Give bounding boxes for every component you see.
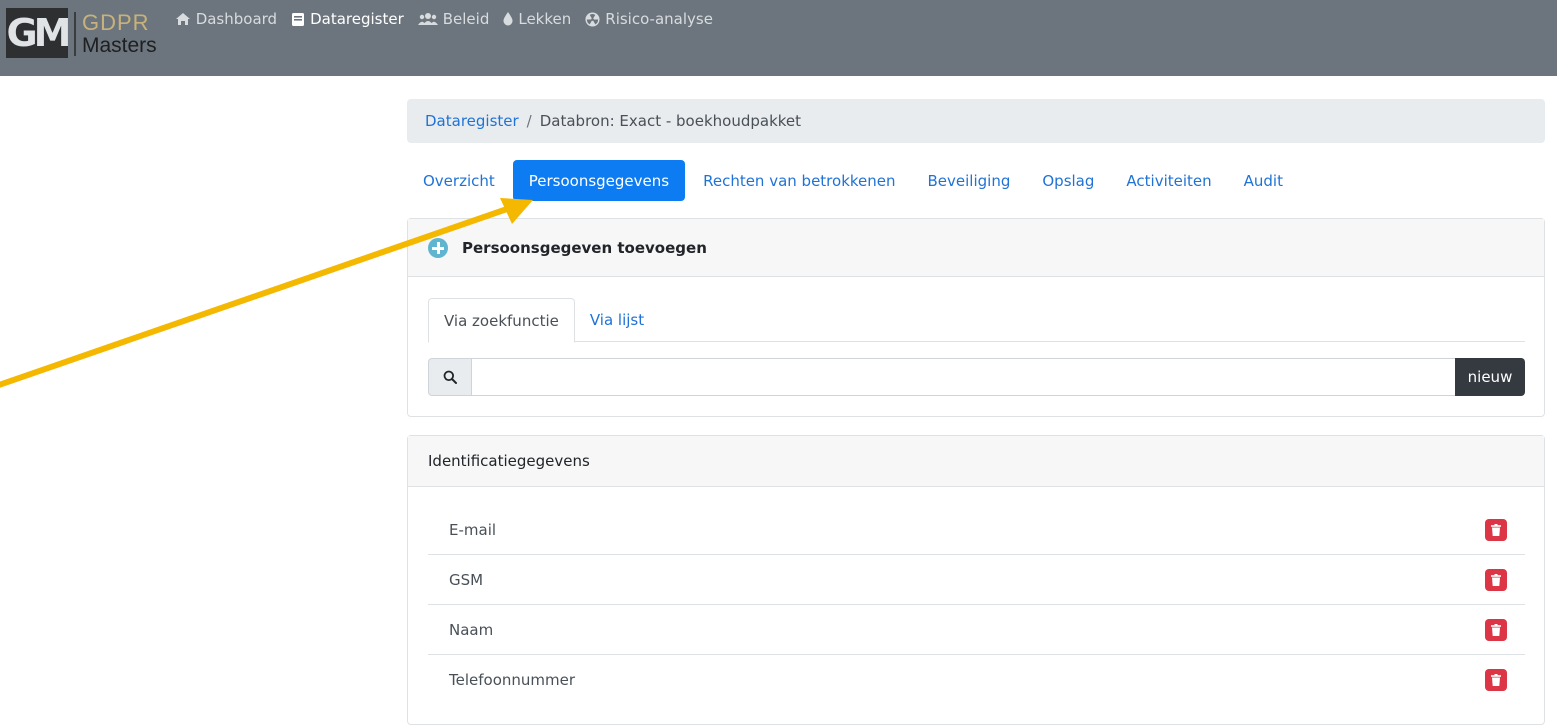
radiation-icon [585,11,600,27]
users-icon [417,13,438,25]
nav-item-label: Beleid [442,10,490,28]
subtab-via-lijst[interactable]: Via lijst [575,298,659,342]
delete-button[interactable] [1485,618,1507,641]
identification-data-card: Identificatiegegevens E-mail GSM Naam Te… [407,435,1545,725]
tab-persoonsgegevens[interactable]: Persoonsgegevens [512,160,686,201]
logo-text-top: GDPR [82,10,150,35]
breadcrumb-separator: / [526,112,532,130]
list-item: Telefoonnummer [428,655,1525,705]
nav-item-dataregister[interactable]: Dataregister [291,10,404,28]
nav-item-label: Risico-analyse [605,10,713,28]
tab-audit[interactable]: Audit [1228,160,1299,201]
nav-item-label: Dashboard [195,10,278,28]
list-item: GSM [428,555,1525,605]
tab-overzicht[interactable]: Overzicht [407,160,511,201]
home-icon [175,13,190,25]
logo-text-bottom: Masters [82,34,157,57]
breadcrumb-link-dataregister[interactable]: Dataregister [425,112,519,130]
list-item: E-mail [428,505,1525,555]
add-method-tabs: Via zoekfunctie Via lijst [428,298,1525,343]
breadcrumb-current: Databron: Exact - boekhoudpakket [539,112,802,130]
detail-tabs: Overzicht Persoonsgegevens Rechten van b… [407,160,1299,201]
logo-mark: GM [6,8,72,58]
search-addon [428,358,472,396]
nav-item-lekken[interactable]: Lekken [503,10,571,28]
list-item-label: Naam [449,620,494,639]
delete-button[interactable] [1485,568,1507,591]
nav-item-label: Lekken [518,10,572,28]
breadcrumb: Dataregister / Databron: Exact - boekhou… [407,99,1545,143]
search-icon [443,370,457,384]
nav-item-beleid[interactable]: Beleid [417,10,490,28]
list-item-label: Telefoonnummer [449,671,576,689]
list-item-label: E-mail [449,520,497,539]
delete-button[interactable] [1485,669,1507,691]
top-navbar: GM GDPR Masters Dashboard Dataregister B… [0,0,1557,76]
tab-rechten-van-betrokkenen[interactable]: Rechten van betrokkenen [687,160,911,201]
nav-item-dashboard[interactable]: Dashboard [175,10,277,28]
tab-opslag[interactable]: Opslag [1026,160,1110,201]
trash-icon [1491,523,1501,536]
delete-button[interactable] [1485,518,1507,541]
droplet-icon [503,12,513,26]
nav-item-risico-analyse[interactable]: Risico-analyse [585,10,713,28]
trash-icon [1491,573,1501,586]
search-input[interactable] [472,358,1455,396]
card-header: Identificatiegegevens [408,436,1544,487]
list-item-label: GSM [449,570,484,589]
plus-circle-icon [428,237,448,258]
personal-data-list: E-mail GSM Naam Telefoonnummer [428,505,1525,705]
main-nav: Dashboard Dataregister Beleid Lekken Ris… [175,10,727,28]
card-title: Identificatiegegevens [428,452,590,470]
trash-icon [1491,674,1501,686]
tab-beveiliging[interactable]: Beveiliging [912,160,1027,201]
app-logo[interactable]: GM GDPR Masters [6,0,157,76]
search-group: nieuw [428,358,1525,396]
tab-activiteiten[interactable]: Activiteiten [1110,160,1227,201]
card-title: Persoonsgegeven toevoegen [462,238,707,257]
card-header[interactable]: Persoonsgegeven toevoegen [408,219,1544,277]
logo-text: GDPR Masters [74,12,157,56]
trash-icon [1491,623,1501,636]
new-button[interactable]: nieuw [1455,358,1525,396]
subtab-via-zoekfunctie[interactable]: Via zoekfunctie [428,298,575,343]
add-personal-data-card: Persoonsgegeven toevoegen Via zoekfuncti… [407,218,1545,417]
list-item: Naam [428,605,1525,655]
nav-item-label: Dataregister [310,10,404,28]
book-icon [292,12,305,26]
